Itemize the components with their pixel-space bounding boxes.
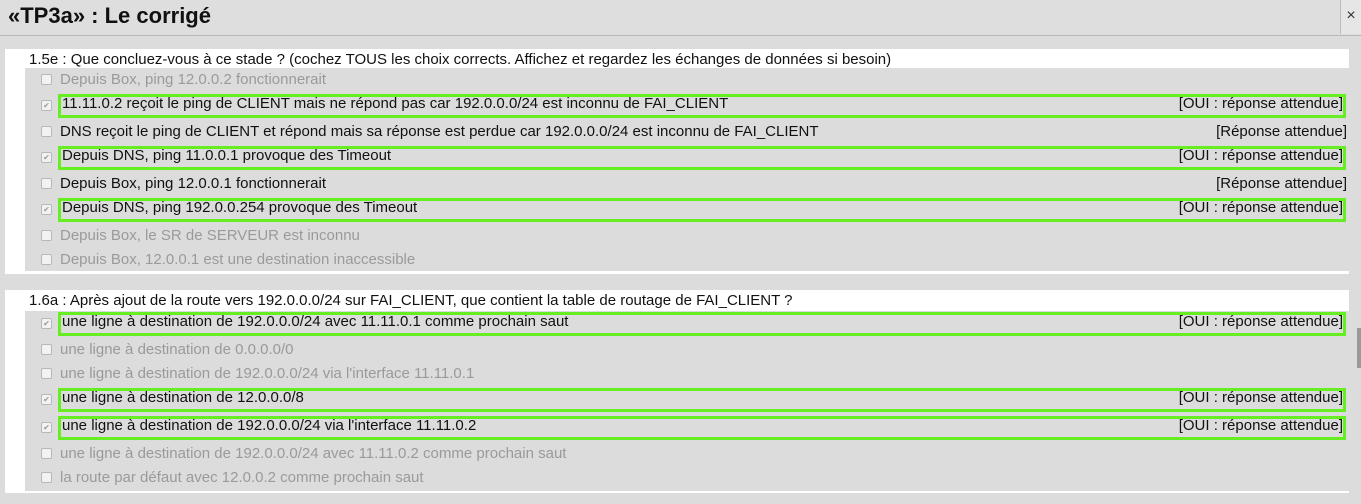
answer-checkbox[interactable] bbox=[41, 126, 52, 137]
answer-label: DNS reçoit le ping de CLIENT et répond m… bbox=[60, 123, 819, 140]
title-bar: «TP3a» : Le corrigé × bbox=[0, 0, 1361, 36]
question-panel-1-6a: 1.6a : Après ajout de la route vers 192.… bbox=[5, 290, 1349, 493]
answer-checkbox bbox=[41, 368, 52, 379]
answer-option[interactable]: Depuis Box, le SR de SERVEUR est inconnu bbox=[25, 224, 1349, 248]
page-title: «TP3a» : Le corrigé bbox=[8, 3, 211, 28]
answer-option[interactable]: une ligne à destination de 192.0.0.0/24 … bbox=[25, 416, 1349, 440]
answer-option[interactable]: Depuis Box, ping 12.0.0.1 fonctionnerait… bbox=[25, 172, 1349, 196]
answer-feedback: [OUI : réponse attendue] bbox=[1178, 95, 1343, 112]
answer-option[interactable]: Depuis DNS, ping 11.0.0.1 provoque des T… bbox=[25, 146, 1349, 170]
answer-checkbox[interactable] bbox=[41, 394, 52, 405]
answer-option[interactable]: une ligne à destination de 12.0.0.0/8 [OU… bbox=[25, 388, 1349, 412]
answer-feedback: [Réponse attendue] bbox=[1216, 123, 1347, 140]
answer-option[interactable]: une ligne à destination de 0.0.0.0/0 bbox=[25, 338, 1349, 362]
answer-checkbox[interactable] bbox=[41, 204, 52, 215]
answer-label: une ligne à destination de 12.0.0.0/8 bbox=[62, 389, 304, 406]
question-text: 1.6a : Après ajout de la route vers 192.… bbox=[29, 292, 793, 309]
answer-feedback: [OUI : réponse attendue] bbox=[1178, 313, 1343, 330]
answer-feedback: [OUI : réponse attendue] bbox=[1178, 389, 1343, 406]
answer-option[interactable]: une ligne à destination de 192.0.0.0/24 … bbox=[25, 362, 1349, 386]
answer-list: Depuis Box, ping 12.0.0.2 fonctionnerait… bbox=[25, 68, 1349, 271]
question-panel-1-5e: 1.5e : Que concluez-vous à ce stade ? (c… bbox=[5, 49, 1349, 274]
answer-label: une ligne à destination de 192.0.0.0/24 … bbox=[60, 365, 475, 382]
answer-option[interactable]: la route par défaut avec 12.0.0.2 comme … bbox=[25, 466, 1349, 490]
answer-option[interactable]: DNS reçoit le ping de CLIENT et répond m… bbox=[25, 120, 1349, 144]
answer-checkbox bbox=[41, 472, 52, 483]
answer-label: la route par défaut avec 12.0.0.2 comme … bbox=[60, 469, 424, 486]
answer-checkbox[interactable] bbox=[41, 318, 52, 329]
answer-option[interactable]: Depuis Box, 12.0.0.1 est une destination… bbox=[25, 248, 1349, 272]
answer-feedback: [OUI : réponse attendue] bbox=[1178, 147, 1343, 164]
answer-option[interactable]: 11.11.0.2 reçoit le ping de CLIENT mais … bbox=[25, 94, 1349, 118]
answer-label: Depuis DNS, ping 192.0.0.254 provoque de… bbox=[62, 199, 418, 216]
answer-checkbox[interactable] bbox=[41, 100, 52, 111]
answer-checkbox bbox=[41, 448, 52, 459]
answer-feedback: [OUI : réponse attendue] bbox=[1178, 199, 1343, 216]
answer-checkbox bbox=[41, 254, 52, 265]
answer-option[interactable]: une ligne à destination de 192.0.0.0/24 … bbox=[25, 442, 1349, 466]
answer-label: Depuis Box, le SR de SERVEUR est inconnu bbox=[60, 227, 360, 244]
answer-label: une ligne à destination de 0.0.0.0/0 bbox=[60, 341, 294, 358]
question-text: 1.5e : Que concluez-vous à ce stade ? (c… bbox=[29, 51, 892, 68]
answer-checkbox bbox=[41, 344, 52, 355]
scrollbar-thumb[interactable] bbox=[1357, 328, 1361, 368]
answer-checkbox[interactable] bbox=[41, 178, 52, 189]
answer-checkbox bbox=[41, 230, 52, 241]
answer-option[interactable]: Depuis DNS, ping 192.0.0.254 provoque de… bbox=[25, 198, 1349, 222]
answer-option[interactable]: Depuis Box, ping 12.0.0.2 fonctionnerait bbox=[25, 68, 1349, 92]
answer-feedback: [OUI : réponse attendue] bbox=[1178, 417, 1343, 434]
answer-label: Depuis Box, ping 12.0.0.1 fonctionnerait bbox=[60, 175, 327, 192]
answer-label: une ligne à destination de 192.0.0.0/24 … bbox=[60, 445, 567, 462]
answer-checkbox[interactable] bbox=[41, 422, 52, 433]
answer-option[interactable]: une ligne à destination de 192.0.0.0/24 … bbox=[25, 312, 1349, 336]
answer-label: une ligne à destination de 192.0.0.0/24 … bbox=[62, 313, 569, 330]
answer-label: Depuis Box, 12.0.0.1 est une destination… bbox=[60, 251, 416, 268]
answer-label: 11.11.0.2 reçoit le ping de CLIENT mais … bbox=[62, 95, 729, 112]
answer-label: Depuis Box, ping 12.0.0.2 fonctionnerait bbox=[60, 71, 327, 88]
answer-feedback: [Réponse attendue] bbox=[1216, 175, 1347, 192]
answer-list: une ligne à destination de 192.0.0.0/24 … bbox=[25, 311, 1349, 491]
answer-label: une ligne à destination de 192.0.0.0/24 … bbox=[62, 417, 477, 434]
answer-checkbox bbox=[41, 74, 52, 85]
answer-checkbox[interactable] bbox=[41, 152, 52, 163]
close-button[interactable]: × bbox=[1340, 0, 1361, 34]
answer-label: Depuis DNS, ping 11.0.0.1 provoque des T… bbox=[62, 147, 392, 164]
